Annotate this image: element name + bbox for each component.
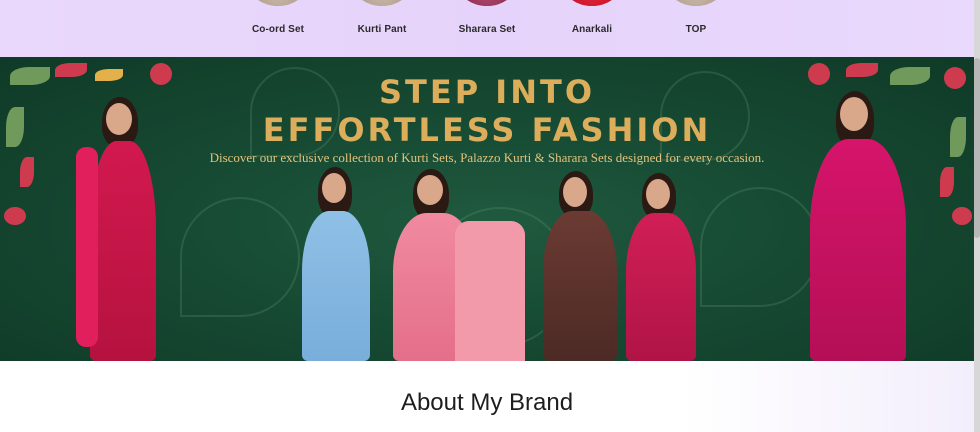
flower-decoration — [4, 207, 26, 225]
model-image — [385, 169, 535, 361]
about-section: About My Brand — [0, 361, 974, 432]
leaf-decoration — [940, 167, 954, 197]
category-label[interactable]: Kurti Pant — [322, 24, 442, 35]
hero-banner[interactable]: STEP INTO EFFORTLESS FASHION Discover ou… — [0, 57, 974, 361]
model-image — [535, 171, 625, 361]
model-image — [620, 173, 700, 361]
category-co-ord-set[interactable]: Co-ord Set — [218, 0, 338, 57]
category-top[interactable]: TOP — [636, 0, 756, 57]
category-sharara-set[interactable]: Sharara Set — [427, 0, 547, 57]
scrollbar-thumb[interactable] — [974, 58, 980, 238]
model-image — [70, 97, 170, 361]
paisley-pattern — [180, 197, 300, 317]
co-ord-set-thumbnail[interactable] — [249, 0, 307, 6]
category-kurti-pant[interactable]: Kurti Pant — [322, 0, 442, 57]
category-label[interactable]: Anarkali — [532, 24, 652, 35]
about-title: About My Brand — [400, 389, 574, 416]
category-label[interactable]: Sharara Set — [427, 24, 547, 35]
category-label[interactable]: TOP — [636, 24, 756, 35]
model-image — [796, 91, 916, 361]
model-image — [290, 167, 380, 361]
category-label[interactable]: Co-ord Set — [218, 24, 338, 35]
flower-decoration — [952, 207, 972, 225]
top-thumbnail[interactable] — [667, 0, 725, 6]
category-anarkali[interactable]: Anarkali — [532, 0, 652, 57]
category-strip: Co-ord Set Kurti Pant Sharara Set Anarka… — [0, 0, 980, 57]
kurti-pant-thumbnail[interactable] — [353, 0, 411, 6]
anarkali-thumbnail[interactable] — [563, 0, 621, 6]
sharara-set-thumbnail[interactable] — [458, 0, 516, 6]
